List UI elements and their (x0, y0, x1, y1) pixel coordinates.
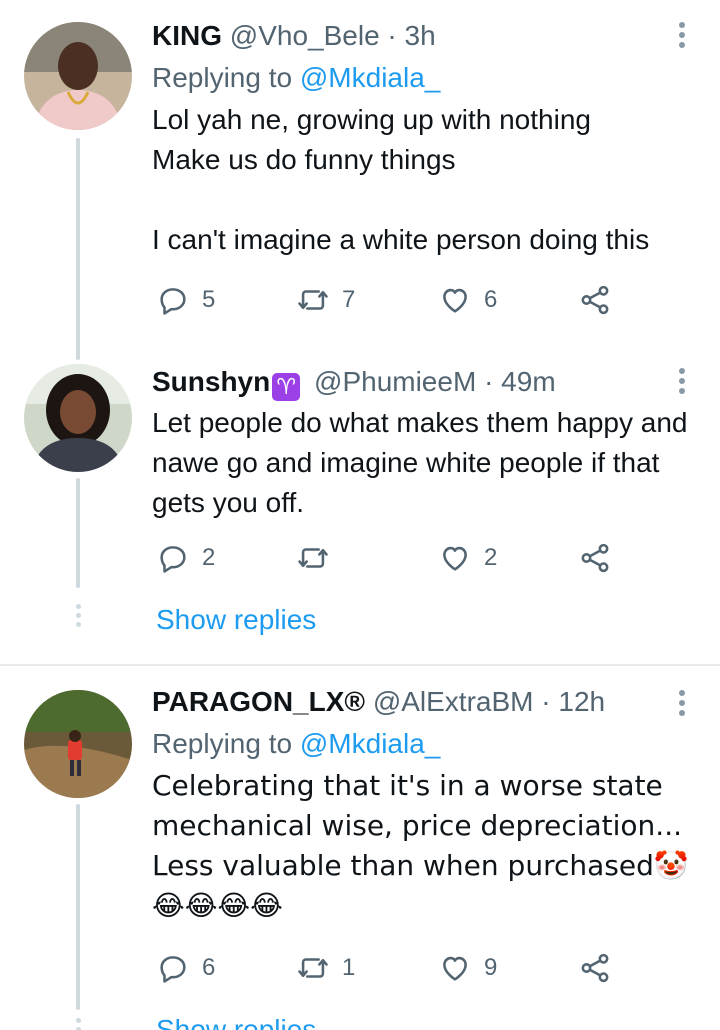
handle[interactable]: @PhumieeM (314, 366, 476, 397)
share-button[interactable] (578, 280, 612, 320)
like-icon (443, 546, 467, 571)
share-icon (581, 285, 609, 315)
like-button[interactable]: 6 (438, 280, 497, 320)
separator-dot: · (484, 366, 502, 397)
reply-count: 5 (202, 286, 216, 313)
tweet-text: Let people do what makes them happy and … (152, 407, 688, 518)
timestamp[interactable]: 3h (405, 20, 436, 51)
like-icon (443, 288, 467, 313)
avatar[interactable] (24, 22, 132, 130)
tweet-header: KING @Vho_Bele · 3h (152, 18, 700, 54)
like-count: 9 (484, 954, 498, 981)
show-replies-link[interactable]: Show replies (156, 604, 316, 636)
thread-continuation-dots (74, 1018, 82, 1030)
retweet-button[interactable]: 7 (296, 280, 355, 320)
reply-tweet-paragon[interactable]: PARAGON_LX® @AlExtraBM · 12h Replying to… (0, 666, 720, 1030)
share-icon (581, 543, 609, 573)
tweet-actions: 5 7 6 (152, 280, 632, 320)
tweet-text: Celebrating that it's in a worse state m… (152, 769, 689, 882)
replying-to-label: Replying to (152, 728, 293, 759)
replying-to-mention[interactable]: @Mkdiala_ (300, 728, 440, 759)
more-options-icon[interactable] (678, 368, 686, 398)
reply-tweet-sunshyn[interactable]: Sunshyn ♈ @PhumieeM · 49m Let people do w… (0, 360, 720, 660)
tweet-text: Lol yah ne, growing up with nothing Make… (152, 104, 650, 255)
like-count: 6 (484, 286, 498, 313)
reply-tweet-king[interactable]: KING @Vho_Bele · 3h Replying to @Mkdiala… (0, 0, 720, 360)
like-button[interactable]: 2 (438, 538, 497, 578)
retweet-count: 1 (342, 954, 356, 981)
retweet-icon (298, 290, 328, 310)
thread-line (76, 478, 80, 588)
reply-count: 2 (202, 544, 216, 571)
tweet-header: Sunshyn ♈ @PhumieeM · 49m (152, 364, 700, 401)
more-options-icon[interactable] (678, 22, 686, 52)
avatar[interactable] (24, 690, 132, 798)
tweet-actions: 6 1 9 (152, 948, 632, 988)
thread-continuation-dots (74, 604, 82, 631)
retweet-button[interactable]: 1 (296, 948, 355, 988)
like-count: 2 (484, 544, 498, 571)
reply-button[interactable]: 6 (156, 948, 215, 988)
tweet-header: PARAGON_LX® @AlExtraBM · 12h (152, 684, 700, 720)
reply-button[interactable]: 2 (156, 538, 215, 578)
retweet-icon (298, 548, 328, 568)
replying-to-line: Replying to @Mkdiala_ (152, 58, 700, 98)
timestamp[interactable]: 12h (558, 686, 605, 717)
reply-button[interactable]: 5 (156, 280, 215, 320)
handle[interactable]: @Vho_Bele (230, 20, 380, 51)
retweet-icon (298, 958, 328, 978)
share-button[interactable] (578, 538, 612, 578)
timestamp[interactable]: 49m (501, 366, 555, 397)
replying-to-mention[interactable]: @Mkdiala_ (300, 62, 440, 93)
like-icon (443, 956, 467, 981)
separator-dot: · (387, 20, 405, 51)
retweet-button[interactable] (296, 538, 342, 578)
reply-count: 6 (202, 954, 216, 981)
aries-emoji-badge: ♈ (272, 373, 301, 401)
handle[interactable]: @AlExtraBM (373, 686, 534, 717)
show-replies-link[interactable]: Show replies (156, 1014, 316, 1030)
retweet-count: 7 (342, 286, 356, 313)
share-icon (581, 953, 609, 983)
avatar[interactable] (24, 364, 132, 472)
share-button[interactable] (578, 948, 612, 988)
display-name[interactable]: PARAGON_LX® (152, 686, 365, 717)
thread-line (76, 804, 80, 1010)
separator-dot: · (541, 686, 559, 717)
tweet-actions: 2 2 (152, 538, 632, 578)
reply-icon (160, 956, 186, 983)
thread-line (76, 138, 80, 360)
reply-icon (160, 288, 186, 315)
reply-icon (160, 546, 186, 573)
display-name[interactable]: KING (152, 20, 222, 51)
display-name[interactable]: Sunshyn (152, 366, 270, 397)
replying-to-line: Replying to @Mkdiala_ (152, 724, 700, 764)
more-options-icon[interactable] (678, 690, 686, 720)
replying-to-label: Replying to (152, 62, 293, 93)
like-button[interactable]: 9 (438, 948, 497, 988)
tweet-emoji-line: 😂😂😂😂 (152, 889, 283, 922)
